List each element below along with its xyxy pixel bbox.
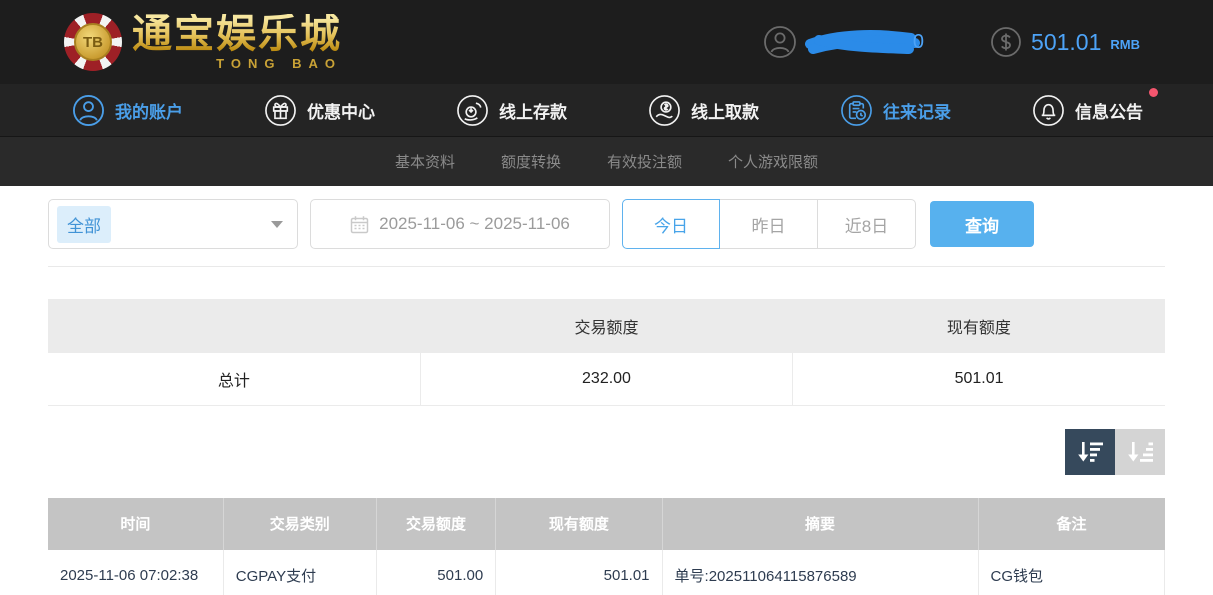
- date-range-input[interactable]: 2025-11-06 ~ 2025-11-06: [310, 199, 610, 249]
- balance-currency: RMB: [1110, 37, 1140, 52]
- notification-dot: [1149, 88, 1158, 97]
- subnav-item-game-limits[interactable]: 个人游戏限额: [728, 151, 818, 172]
- summary-total-label: 总计: [48, 353, 420, 405]
- records-icon: [840, 94, 873, 127]
- yesterday-button[interactable]: 昨日: [720, 199, 818, 249]
- bell-icon: [1032, 94, 1065, 127]
- username-visible-suffix: 0: [913, 31, 924, 54]
- logo-subtitle: TONG BAO: [216, 57, 342, 70]
- last-8-days-button[interactable]: 近8日: [818, 199, 916, 249]
- content: 全部 2025-11-06 ~ 2025-11-06 今日 昨日 近8日 查询: [0, 186, 1213, 595]
- logo-title: 通宝娱乐城: [132, 14, 342, 54]
- summary-total-transaction-amount: 232.00: [420, 353, 792, 405]
- top-header: TB 通宝娱乐城 TONG BAO 0: [0, 0, 1213, 84]
- record-summary: 单号:202511064115876589: [662, 550, 978, 595]
- nav-item-promotions[interactable]: 优惠中心: [264, 94, 375, 127]
- summary-total-row: 总计 232.00 501.01: [48, 353, 1165, 405]
- records-header-remark: 备注: [978, 498, 1165, 550]
- filter-row: 全部 2025-11-06 ~ 2025-11-06 今日 昨日 近8日 查询: [48, 199, 1165, 249]
- nav-item-transaction-records[interactable]: 往来记录: [840, 94, 951, 127]
- nav-item-online-withdrawal[interactable]: 线上取款: [648, 94, 759, 127]
- dollar-circle-icon: [990, 26, 1022, 58]
- header-right: 0 501.01 RMB: [763, 25, 1140, 59]
- main-nav: 我的账户 优惠中心 线上存款: [0, 84, 1213, 137]
- records-header-row: 时间 交易类别 交易额度 现有额度 摘要 备注: [48, 498, 1165, 550]
- nav-label: 往来记录: [883, 98, 951, 123]
- records-table: 时间 交易类别 交易额度 现有额度 摘要 备注 2025-11-06 07:02…: [48, 498, 1165, 595]
- nav-label: 信息公告: [1075, 98, 1143, 123]
- nav-label: 我的账户: [115, 98, 183, 123]
- nav-item-my-account[interactable]: 我的账户: [72, 94, 183, 127]
- account-info[interactable]: 0: [763, 25, 924, 59]
- sort-controls: [48, 429, 1165, 475]
- summary-header-transaction-amount: 交易额度: [420, 299, 792, 353]
- filter-divider: [48, 266, 1165, 267]
- records-header-summary: 摘要: [662, 498, 978, 550]
- record-transaction-amount: 501.00: [376, 550, 495, 595]
- sort-descending-icon: [1076, 440, 1104, 464]
- logo-text: 通宝娱乐城 TONG BAO: [132, 14, 342, 70]
- poker-chip-logo-icon: TB: [64, 13, 122, 71]
- transaction-type-select[interactable]: 全部: [48, 199, 298, 249]
- record-remark: CG钱包: [978, 550, 1165, 595]
- selected-type-chip: 全部: [57, 206, 111, 243]
- today-button[interactable]: 今日: [622, 199, 720, 249]
- nav-item-online-deposit[interactable]: 线上存款: [456, 94, 567, 127]
- records-header-type: 交易类别: [223, 498, 376, 550]
- record-current-balance: 501.01: [496, 550, 662, 595]
- nav-label: 线上取款: [691, 98, 759, 123]
- balance-display[interactable]: 501.01 RMB: [990, 26, 1140, 58]
- summary-total-current-balance: 501.01: [793, 353, 1165, 405]
- sub-nav: 基本资料 额度转换 有效投注额 个人游戏限额: [0, 137, 1213, 186]
- chip-label: TB: [74, 23, 112, 61]
- quick-date-buttons: 今日 昨日 近8日: [622, 199, 916, 249]
- record-type: CGPAY支付: [223, 550, 376, 595]
- nav-label: 优惠中心: [307, 98, 375, 123]
- balance-amount: 501.01: [1031, 29, 1101, 56]
- withdraw-icon: [648, 94, 681, 127]
- records-header-current-balance: 现有额度: [496, 498, 662, 550]
- sort-ascending-icon: [1126, 440, 1154, 464]
- gift-icon: [264, 94, 297, 127]
- date-range-value: 2025-11-06 ~ 2025-11-06: [379, 214, 570, 234]
- calendar-icon: [350, 215, 369, 234]
- record-time: 2025-11-06 07:02:38: [48, 550, 223, 595]
- summary-header-empty: [48, 299, 420, 353]
- subnav-item-credit-transfer[interactable]: 额度转换: [501, 151, 561, 172]
- site-logo[interactable]: TB 通宝娱乐城 TONG BAO: [64, 13, 342, 71]
- subnav-item-basic-info[interactable]: 基本资料: [395, 151, 455, 172]
- summary-table: 交易额度 现有额度 总计 232.00 501.01: [48, 299, 1165, 406]
- search-button[interactable]: 查询: [930, 201, 1034, 247]
- redacted-username-scribble: 0: [803, 27, 924, 57]
- summary-header-row: 交易额度 现有额度: [48, 299, 1165, 353]
- records-row: 2025-11-06 07:02:38 CGPAY支付 501.00 501.0…: [48, 550, 1165, 595]
- sort-ascending-button[interactable]: [1115, 429, 1165, 475]
- records-header-transaction-amount: 交易额度: [376, 498, 495, 550]
- user-circle-icon: [763, 25, 797, 59]
- records-header-time: 时间: [48, 498, 223, 550]
- sort-descending-button[interactable]: [1065, 429, 1115, 475]
- summary-header-current-balance: 现有额度: [793, 299, 1165, 353]
- nav-item-announcements[interactable]: 信息公告: [1032, 94, 1143, 127]
- chevron-down-icon: [271, 221, 283, 228]
- nav-label: 线上存款: [499, 98, 567, 123]
- subnav-item-valid-bets[interactable]: 有效投注额: [607, 151, 682, 172]
- user-icon: [72, 94, 105, 127]
- deposit-icon: [456, 94, 489, 127]
